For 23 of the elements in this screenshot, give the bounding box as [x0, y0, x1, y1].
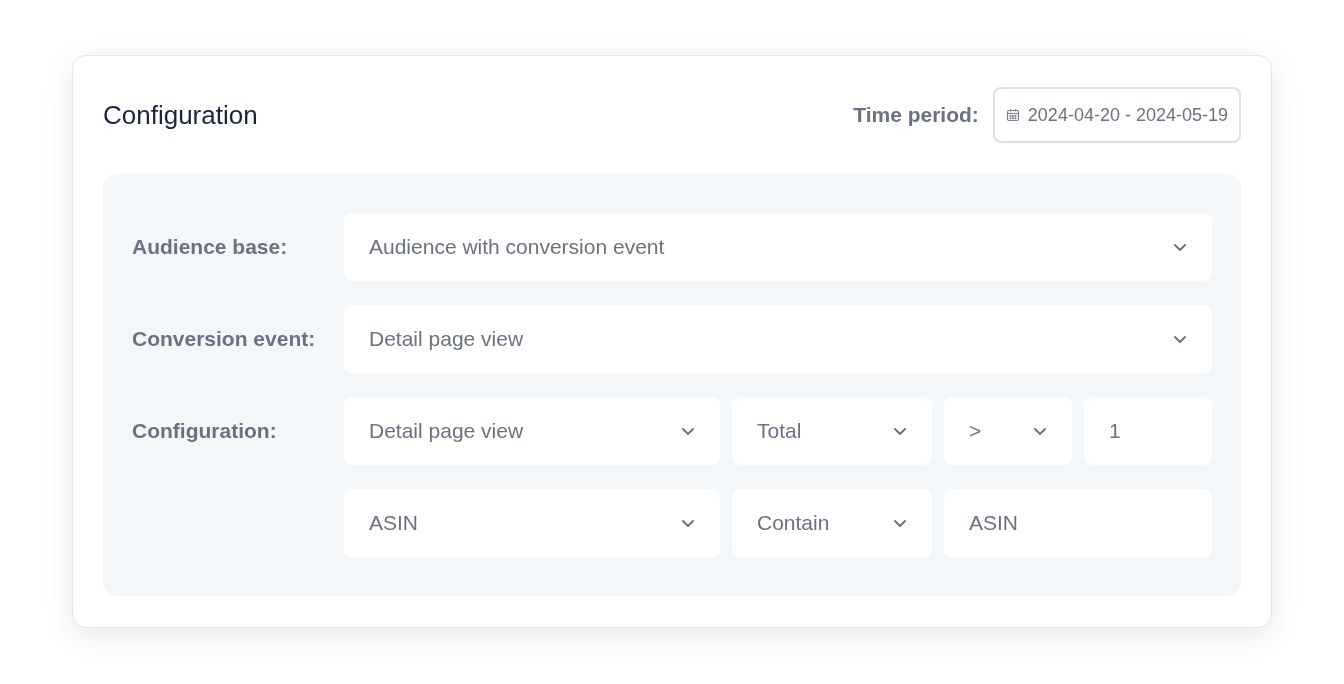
chevron-down-icon: [893, 518, 907, 528]
dropdown[interactable]: Contain: [732, 489, 932, 557]
dropdown[interactable]: Audience with conversion event: [344, 213, 1212, 281]
chevron-down-icon: [1173, 242, 1187, 252]
dropdown[interactable]: Detail page view: [344, 397, 720, 465]
date-range-picker[interactable]: 2024-04-20 - 2024-05-19: [992, 87, 1241, 143]
card-title: Configuration: [103, 99, 258, 131]
calendar-icon: [1005, 108, 1020, 122]
field-label: Audience base:: [132, 235, 288, 259]
time-period-label: Time period:: [853, 103, 979, 127]
chevron-down-icon: [1033, 426, 1047, 436]
chevron-down-icon: [893, 426, 907, 436]
chevron-down-icon: [1173, 334, 1187, 344]
field-label: Configuration:: [132, 419, 277, 443]
chevron-down-icon: [681, 518, 695, 528]
chevron-down-icon: [681, 426, 695, 436]
dropdown[interactable]: Detail page view: [344, 305, 1212, 373]
dropdown[interactable]: >: [944, 397, 1072, 465]
field-label: Conversion event:: [132, 327, 316, 351]
input-field[interactable]: ASIN: [944, 489, 1212, 557]
input-field[interactable]: 1: [1084, 397, 1212, 465]
dropdown[interactable]: ASIN: [344, 489, 720, 557]
dropdown[interactable]: Total: [732, 397, 932, 465]
